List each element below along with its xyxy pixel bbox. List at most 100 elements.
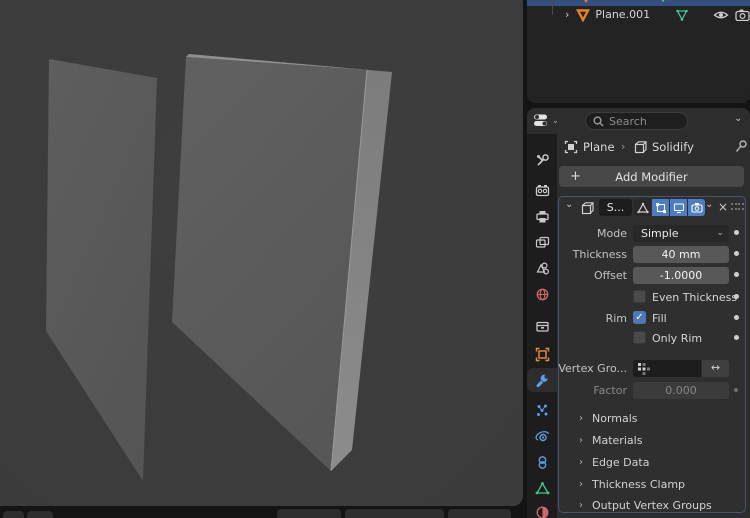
vertex-group-icon [638,363,650,375]
plus-icon: + [570,169,581,184]
animate-dot[interactable] [734,230,739,235]
fill-label: Fill [652,312,667,325]
editor-type-button[interactable]: ⌄ [532,112,559,128]
tab-output[interactable] [527,204,557,228]
tab-tool[interactable] [527,148,557,172]
chevron-down-icon: ⌄ [552,115,559,125]
mode-row: Mode Simple ⌄ [559,224,745,244]
subpanel-normals[interactable]: › Normals [559,408,745,429]
animate-dot[interactable] [734,335,739,340]
expand-chevron-icon[interactable]: › [565,8,569,21]
hide-viewport-eye-icon[interactable] [713,9,729,21]
tab-constraints[interactable] [527,450,557,474]
subpanel-materials[interactable]: › Materials [559,430,745,451]
offset-field[interactable]: -1.0000 [633,267,729,284]
toggle-on-cage[interactable] [634,199,651,216]
properties-tab-bar [527,134,557,518]
disable-render-camera-icon[interactable] [735,9,750,21]
statusbar-button[interactable] [448,509,511,518]
mesh-data-icon [676,9,688,21]
outliner-row-plane-001[interactable]: › Plane.001 [527,4,750,25]
even-thickness-checkbox[interactable] [633,290,646,303]
fill-checkbox[interactable]: ✓ [633,311,646,324]
offset-label: Offset [593,269,627,282]
properties-body: Plane › Solidify + Add Modifier ⌄ S... ⌄… [557,134,750,518]
mode-label: Mode [597,227,627,240]
tab-material[interactable] [527,500,557,518]
vertex-group-field[interactable] [633,360,701,377]
chevron-right-icon: › [579,500,583,511]
expand-chevron-icon[interactable]: ⌄ [565,0,573,1]
properties-editor-icon [534,114,547,126]
header-options-chevron[interactable]: ⌄ [734,113,742,124]
collapse-chevron-icon[interactable]: ⌄ [565,199,573,210]
chevron-right-icon: › [579,435,583,446]
animate-dot[interactable] [734,388,738,392]
invert-vertex-group-button[interactable]: ↔ [702,360,729,377]
only-rim-row: Only Rim [559,329,745,349]
even-thickness-row: Even Thickness [559,288,745,308]
factor-row: Factor 0.000 [559,381,745,401]
animate-dot[interactable] [734,272,739,277]
pin-icon[interactable] [734,139,748,154]
modifier-name-field[interactable]: S... [599,199,632,216]
only-rim-checkbox[interactable] [633,331,646,344]
statusbar-button[interactable] [277,509,341,518]
animate-dot[interactable] [734,251,739,256]
animate-dot[interactable] [734,294,739,299]
offset-row: Offset -1.0000 [559,266,745,286]
properties-editor: ⌄ ⌄ [527,108,750,518]
solidify-icon [581,202,594,215]
object-icon [564,140,578,154]
drag-handle-icon[interactable] [731,203,745,212]
add-modifier-button[interactable]: + Add Modifier [559,166,744,187]
even-thickness-label: Even Thickness [652,291,738,304]
chevron-right-icon: › [579,413,583,424]
outliner-panel: ⌄ Plane › Plane.001 [527,0,750,103]
statusbar-button[interactable] [345,509,444,518]
search-icon [593,115,604,126]
properties-header: ⌄ ⌄ [527,108,750,134]
toggle-render[interactable] [688,199,705,216]
search-input[interactable] [609,114,679,128]
mesh-object-icon [576,8,591,22]
object-name[interactable]: Plane [597,0,627,2]
tab-physics[interactable] [527,424,557,448]
flat-plane-object [46,59,157,481]
vertex-group-row: Vertex Gro... ↔ [558,359,745,379]
modifier-display-toggles [634,199,705,216]
tab-world[interactable] [527,282,557,306]
breadcrumb-object[interactable]: Plane [583,140,615,154]
breadcrumb-modifier[interactable]: Solidify [652,140,694,154]
factor-field[interactable]: 0.000 [633,382,729,399]
subpanel-edge-data[interactable]: › Edge Data [559,452,745,473]
statusbar-button[interactable] [27,511,53,518]
animate-dot[interactable] [734,315,739,320]
vertex-group-label: Vertex Gro... [558,362,627,375]
subpanel-output-vertex-groups[interactable]: › Output Vertex Groups [559,495,745,516]
search-box[interactable] [585,112,688,130]
thickness-label: Thickness [572,248,627,261]
3d-viewport[interactable] [0,0,523,506]
toggle-realtime[interactable] [670,199,687,216]
chevron-down-icon: ⌄ [716,228,724,238]
tab-object-data[interactable] [527,476,557,500]
only-rim-label: Only Rim [652,332,703,345]
viewport-render [46,54,392,481]
thickness-field[interactable]: 40 mm [633,246,729,263]
thickness-row: Thickness 40 mm [559,245,745,265]
statusbar-button[interactable] [3,511,24,518]
object-name[interactable]: Plane.001 [595,8,650,21]
tab-particles[interactable] [527,398,557,422]
chevron-right-icon: › [579,457,583,468]
chevron-right-icon: › [579,479,583,490]
mode-dropdown[interactable]: Simple ⌄ [633,225,729,242]
delete-modifier-icon[interactable]: × [718,200,728,214]
extras-chevron-icon[interactable]: ⌄ [705,199,713,210]
toggle-edit-mode[interactable] [652,199,669,216]
modifier-header: ⌄ S... ⌄ × [559,197,745,219]
subpanel-thickness-clamp[interactable]: › Thickness Clamp [559,474,745,495]
breadcrumb-separator: › [621,140,626,153]
add-modifier-label: Add Modifier [615,169,688,184]
tab-render[interactable] [527,178,557,202]
